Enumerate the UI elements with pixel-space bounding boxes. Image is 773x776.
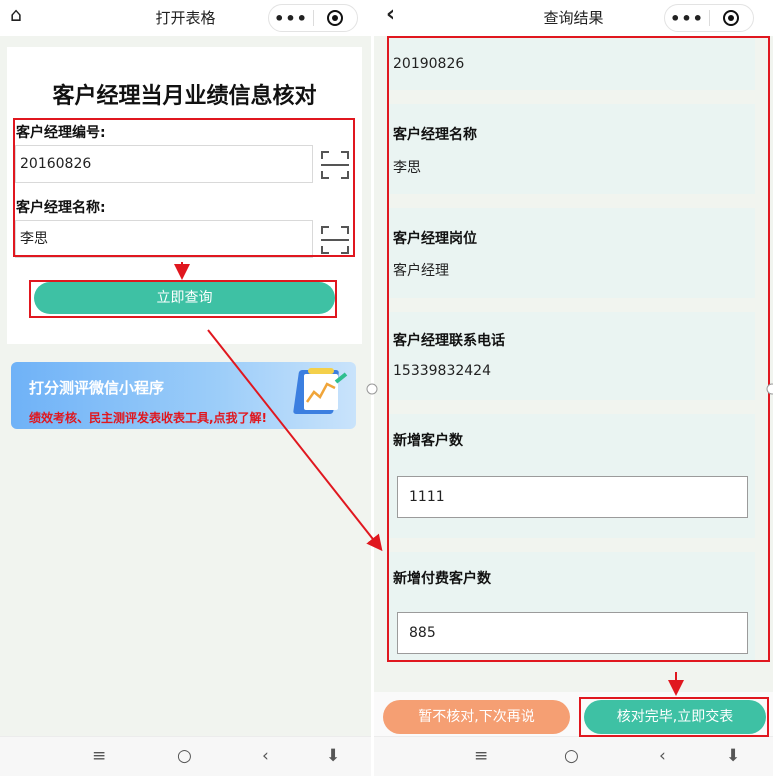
mini-program-capsule: ••• — [664, 4, 754, 32]
mini-program-capsule: ••• — [268, 4, 358, 32]
form-title: 客户经理当月业绩信息核对 — [52, 84, 317, 109]
report-chart-illustration — [293, 368, 348, 414]
menu-icon[interactable]: ≡ — [474, 746, 488, 766]
back-nav-icon[interactable]: ‹ — [659, 746, 666, 766]
close-target-icon[interactable] — [314, 10, 357, 26]
banner-title: 打分测评微信小程序 — [29, 379, 165, 397]
skip-check-button[interactable]: 暂不核对,下次再说 — [383, 700, 570, 734]
more-icon[interactable]: ••• — [269, 9, 313, 28]
system-navigation-bar: ≡ ○ ‹ ⬇ — [0, 736, 371, 776]
back-nav-icon[interactable]: ‹ — [262, 746, 269, 766]
home-circle-icon[interactable]: ○ — [177, 746, 192, 766]
menu-icon[interactable]: ≡ — [92, 746, 106, 766]
system-navigation-bar: ≡ ○ ‹ ⬇ — [374, 736, 773, 776]
banner-subtitle: 绩效考核、民主测评发表收表工具,点我了解! — [29, 411, 268, 425]
submit-highlight-box — [579, 697, 769, 737]
close-target-icon[interactable] — [710, 10, 753, 26]
promo-banner[interactable]: 打分测评微信小程序 绩效考核、民主测评发表收表工具,点我了解! — [11, 362, 356, 429]
more-icon[interactable]: ••• — [665, 9, 709, 28]
input-highlight-box — [13, 118, 355, 257]
home-circle-icon[interactable]: ○ — [564, 746, 579, 766]
download-icon[interactable]: ⬇ — [326, 746, 340, 766]
top-navigation-bar: ⌂ 打开表格 ••• — [0, 0, 371, 36]
top-navigation-bar: ‹ 查询结果 ••• — [374, 0, 773, 36]
results-highlight-box — [387, 36, 770, 662]
button-highlight-box — [29, 280, 337, 318]
left-phone-screen: ⌂ 打开表格 ••• 客户经理当月业绩信息核对 客户经理编号: 20160826… — [0, 0, 371, 776]
download-icon[interactable]: ⬇ — [726, 746, 740, 766]
